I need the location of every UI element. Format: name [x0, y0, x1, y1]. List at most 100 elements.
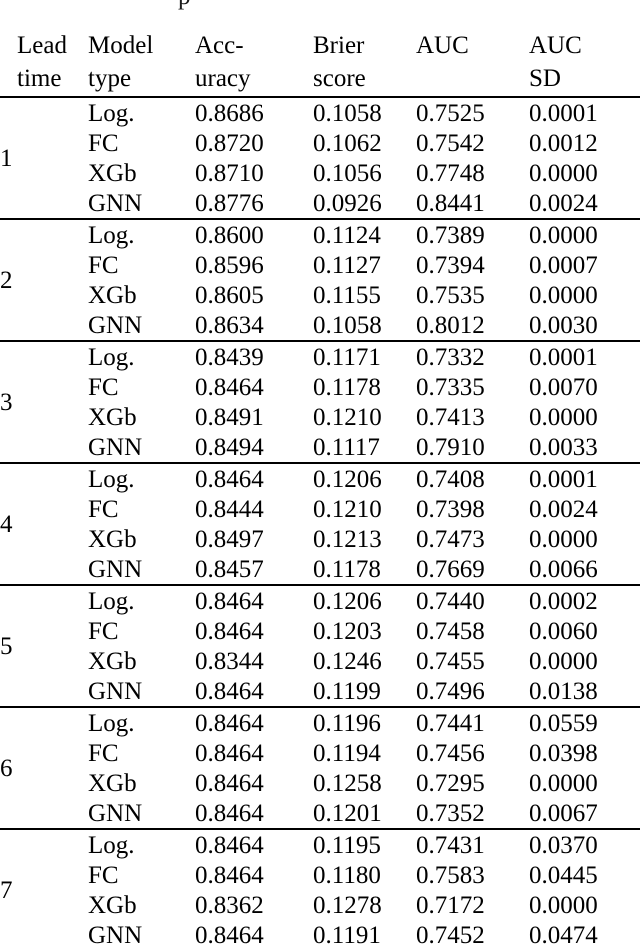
table-row: XGb 0.8491 0.1210 0.7413 0.0000 — [0, 402, 640, 432]
cell-brier-score: 0.1246 — [313, 647, 382, 675]
cell-brier-score: 0.1196 — [313, 706, 416, 738]
cell-brier-score: 0.1278 — [313, 891, 382, 919]
cell-model-type: XGb — [88, 769, 137, 797]
cell-brier-score: 0.1056 — [313, 159, 382, 187]
cell-auc: 0.7669 — [416, 555, 485, 583]
cell-brier-score: 0.1117 — [313, 433, 380, 461]
cell-brier-score: 0.1178 — [313, 555, 381, 583]
table-row: GNN 0.8776 0.0926 0.8441 0.0024 — [0, 188, 640, 219]
cell-model-type: FC — [88, 129, 119, 157]
cell-brier-score: 0.1127 — [313, 251, 381, 279]
cell-brier-score: 0.1195 — [313, 828, 416, 860]
cell-auc-sd: 0.0007 — [529, 251, 598, 279]
cell-accuracy: 0.8464 — [195, 828, 313, 860]
header-line-2: score — [313, 65, 366, 92]
cell-accuracy: 0.8464 — [195, 462, 313, 494]
cell-accuracy: 0.8464 — [195, 617, 264, 645]
header-row: Lead time Model type Acc- uracy Brier sc… — [0, 28, 640, 97]
cell-lead-time: 2 — [0, 218, 88, 341]
header-line-1: AUC — [529, 32, 582, 59]
cell-auc: 0.7583 — [416, 861, 485, 889]
table-row: 7 Log. 0.8464 0.1195 0.7431 0.0370 — [0, 828, 640, 950]
cell-accuracy: 0.8464 — [195, 739, 264, 767]
cell-accuracy: 0.8457 — [195, 555, 264, 583]
table-row: XGb 0.8497 0.1213 0.7473 0.0000 — [0, 524, 640, 554]
cell-accuracy: 0.8464 — [195, 921, 264, 949]
header-line-2: SD — [529, 65, 561, 92]
cell-accuracy: 0.8776 — [195, 189, 264, 217]
header-line-1: Model — [88, 32, 154, 59]
cell-auc-sd: 0.0000 — [529, 403, 598, 431]
cell-model-type: GNN — [88, 311, 143, 339]
cell-accuracy: 0.8444 — [195, 495, 264, 523]
column-header-lead-time: Lead time — [0, 28, 88, 97]
table-row: FC 0.8464 0.1178 0.7335 0.0070 — [0, 372, 640, 402]
table-row: XGb 0.8710 0.1056 0.7748 0.0000 — [0, 158, 640, 188]
table-row: GNN 0.8634 0.1058 0.8012 0.0030 — [0, 310, 640, 341]
cell-auc-sd: 0.0000 — [529, 281, 598, 309]
table-row: GNN 0.8457 0.1178 0.7669 0.0066 — [0, 554, 640, 585]
cell-auc: 0.7525 — [416, 96, 529, 128]
cell-auc: 0.7455 — [416, 647, 485, 675]
cell-brier-score: 0.1178 — [313, 373, 381, 401]
cell-lead-time: 5 — [0, 584, 88, 707]
cell-auc-sd: 0.0067 — [529, 799, 598, 827]
cell-auc: 0.7332 — [416, 340, 529, 372]
cell-auc: 0.7398 — [416, 495, 485, 523]
cell-auc: 0.7172 — [416, 891, 485, 919]
cell-brier-score: 0.1180 — [313, 861, 381, 889]
table-row: 1 Log. 0.8686 0.1058 0.7525 0.0001 — [0, 96, 640, 219]
cell-brier-score: 0.1058 — [313, 96, 416, 128]
cell-model-type: FC — [88, 251, 119, 279]
cell-accuracy: 0.8464 — [195, 861, 264, 889]
cell-auc-sd: 0.0001 — [529, 340, 640, 372]
cell-accuracy: 0.8464 — [195, 706, 313, 738]
table-row: FC 0.8720 0.1062 0.7542 0.0012 — [0, 128, 640, 158]
cell-auc-sd: 0.0024 — [529, 495, 598, 523]
header-line-2 — [416, 62, 529, 95]
table-row: FC 0.8464 0.1203 0.7458 0.0060 — [0, 616, 640, 646]
cell-model-type: GNN — [88, 799, 143, 827]
table-header: Lead time Model type Acc- uracy Brier sc… — [0, 28, 640, 97]
cell-auc: 0.7440 — [416, 584, 529, 616]
header-line-2: type — [88, 65, 132, 92]
clipped-text-above-table: p — [178, 0, 191, 9]
cell-auc-sd: 0.0033 — [529, 433, 598, 461]
cell-auc-sd: 0.0138 — [529, 677, 598, 705]
header-line-1: Acc- — [195, 32, 244, 59]
cell-auc-sd: 0.0000 — [529, 769, 598, 797]
column-header-accuracy: Acc- uracy — [195, 28, 313, 97]
cell-auc: 0.7496 — [416, 677, 485, 705]
column-header-model-type: Model type — [88, 28, 195, 97]
cell-auc-sd: 0.0000 — [529, 647, 598, 675]
table-body: 1 Log. 0.8686 0.1058 0.7525 0.0001 FC 0.8720 0.1… — [0, 96, 640, 950]
cell-lead-time: 1 — [0, 96, 88, 219]
cell-auc-sd: 0.0060 — [529, 617, 598, 645]
table-row: GNN 0.8464 0.1201 0.7352 0.0067 — [0, 798, 640, 829]
cell-auc: 0.7352 — [416, 799, 485, 827]
cell-auc: 0.8012 — [416, 311, 485, 339]
header-line-2: time — [17, 65, 62, 92]
cell-model-type: XGb — [88, 647, 137, 675]
cell-brier-score: 0.1171 — [313, 340, 416, 372]
cell-auc-sd: 0.0000 — [529, 891, 598, 919]
cell-accuracy: 0.8710 — [195, 159, 264, 187]
cell-accuracy: 0.8464 — [195, 677, 264, 705]
cell-brier-score: 0.1191 — [313, 921, 381, 949]
cell-model-type: Log. — [88, 340, 195, 372]
cell-lead-time: 3 — [0, 340, 88, 463]
cell-brier-score: 0.1201 — [313, 799, 382, 827]
cell-lead-time: 4 — [0, 462, 88, 585]
cell-accuracy: 0.8464 — [195, 799, 264, 827]
cell-auc: 0.7748 — [416, 159, 485, 187]
cell-model-type: FC — [88, 373, 119, 401]
cell-model-type: GNN — [88, 677, 143, 705]
cell-accuracy: 0.8600 — [195, 218, 313, 250]
table-row: XGb 0.8464 0.1258 0.7295 0.0000 — [0, 768, 640, 798]
cell-model-type: FC — [88, 617, 119, 645]
cell-brier-score: 0.1058 — [313, 311, 382, 339]
table-row: FC 0.8444 0.1210 0.7398 0.0024 — [0, 494, 640, 524]
column-header-brier-score: Brier score — [313, 28, 416, 97]
cell-auc-sd: 0.0030 — [529, 311, 598, 339]
cell-auc-sd: 0.0000 — [529, 218, 640, 250]
